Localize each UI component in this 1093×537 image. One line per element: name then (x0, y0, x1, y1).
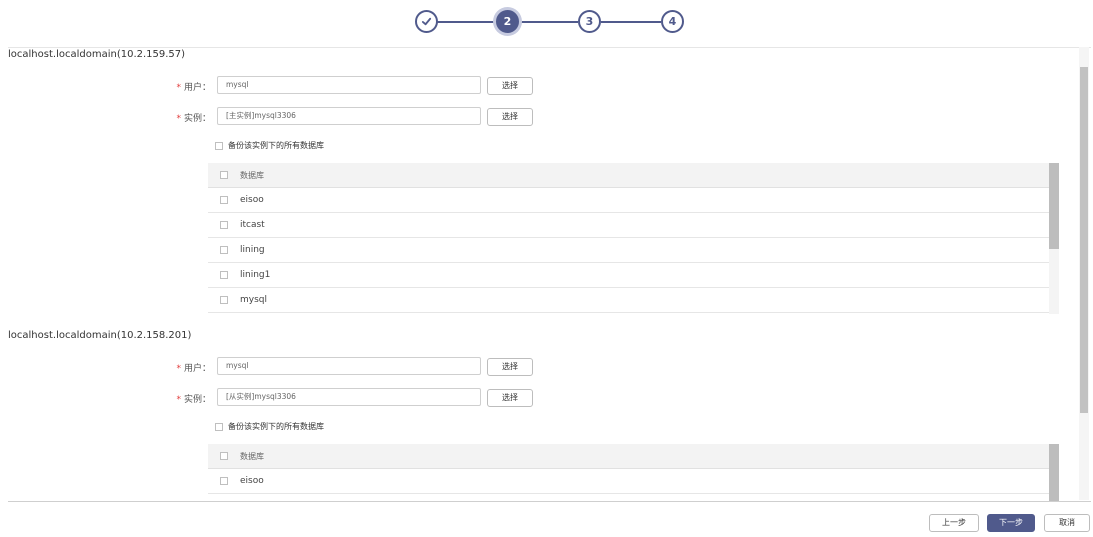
table-header: 数据库 (208, 444, 1049, 469)
instance-input[interactable]: [从实例]mysql3306 (217, 388, 481, 406)
step-connector (435, 21, 495, 23)
row-checkbox[interactable] (220, 196, 228, 204)
database-name: eisoo (240, 476, 264, 486)
backup-all-label: 备份该实例下的所有数据库 (228, 422, 324, 431)
instance-label: * 实例： (176, 114, 211, 124)
database-table: 数据库 eisoo itcast lining lining1 mysql (208, 163, 1059, 314)
select-all-checkbox[interactable] (220, 171, 228, 179)
select-instance-button[interactable]: 选择 (487, 389, 533, 407)
select-user-button[interactable]: 选择 (487, 358, 533, 376)
step-connector (601, 21, 661, 23)
step-3: 3 (578, 10, 601, 33)
backup-all-label: 备份该实例下的所有数据库 (228, 141, 324, 150)
table-row: lining (208, 238, 1049, 263)
required-mark: * (176, 395, 181, 405)
select-user-button[interactable]: 选择 (487, 77, 533, 95)
database-table: 数据库 eisoo (208, 444, 1059, 501)
prev-step-button[interactable]: 上一步 (929, 514, 979, 532)
next-step-button[interactable]: 下一步 (987, 514, 1035, 532)
table-row: mysql (208, 288, 1049, 313)
cancel-button[interactable]: 取消 (1044, 514, 1090, 532)
step-number: 2 (503, 15, 512, 28)
required-mark: * (176, 364, 181, 374)
table-scrollbar-thumb[interactable] (1049, 163, 1059, 249)
user-label: * 用户： (176, 83, 211, 93)
database-name: lining1 (240, 270, 271, 280)
backup-all-checkbox[interactable] (215, 142, 223, 150)
select-instance-button[interactable]: 选择 (487, 108, 533, 126)
step-4: 4 (661, 10, 684, 33)
table-scrollbar[interactable] (1049, 163, 1059, 314)
user-label: * 用户： (176, 364, 211, 374)
row-checkbox[interactable] (220, 221, 228, 229)
instance-input[interactable]: [主实例]mysql3306 (217, 107, 481, 125)
table-header: 数据库 (208, 163, 1049, 188)
host-title: localhost.localdomain(10.2.158.201) (8, 330, 192, 341)
page-scrollbar[interactable] (1079, 47, 1089, 500)
table-row: eisoo (208, 469, 1049, 494)
table-row: eisoo (208, 188, 1049, 213)
table-row: lining1 (208, 263, 1049, 288)
database-name: eisoo (240, 195, 264, 205)
stepper: 2 3 4 (412, 10, 688, 38)
step-number: 4 (668, 15, 677, 28)
row-checkbox[interactable] (220, 296, 228, 304)
row-checkbox[interactable] (220, 246, 228, 254)
row-checkbox[interactable] (220, 477, 228, 485)
step-1-done (415, 10, 438, 33)
table-scrollbar[interactable] (1049, 444, 1059, 501)
database-name: lining (240, 245, 265, 255)
check-icon (421, 17, 432, 26)
required-mark: * (176, 83, 181, 93)
column-header-database: 数据库 (240, 452, 264, 461)
table-row: itcast (208, 213, 1049, 238)
database-name: mysql (240, 295, 267, 305)
select-all-checkbox[interactable] (220, 452, 228, 460)
column-header-database: 数据库 (240, 171, 264, 180)
table-scrollbar-thumb[interactable] (1049, 444, 1059, 501)
database-name: itcast (240, 220, 265, 230)
step-number: 3 (585, 15, 594, 28)
step-connector (518, 21, 578, 23)
required-mark: * (176, 114, 181, 124)
page-scrollbar-thumb[interactable] (1080, 67, 1088, 413)
instance-label: * 实例： (176, 395, 211, 405)
row-checkbox[interactable] (220, 271, 228, 279)
backup-all-checkbox[interactable] (215, 423, 223, 431)
step-2-active: 2 (496, 10, 519, 33)
user-input[interactable]: mysql (217, 76, 481, 94)
host-title: localhost.localdomain(10.2.159.57) (8, 49, 186, 60)
user-input[interactable]: mysql (217, 357, 481, 375)
host-config-panel: localhost.localdomain(10.2.159.57) * 用户： … (8, 47, 1091, 502)
